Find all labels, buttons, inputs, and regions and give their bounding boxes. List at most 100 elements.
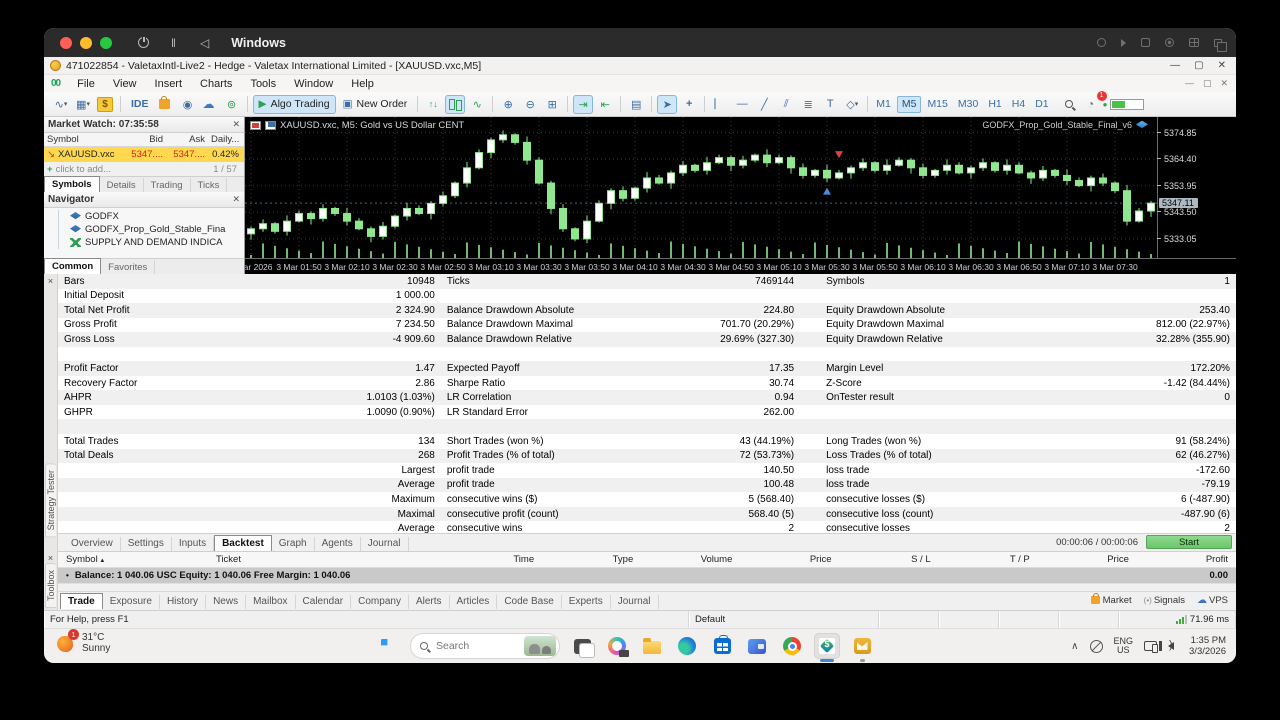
shapes-tool[interactable]: ◇ ▾: [842, 95, 862, 114]
toolbox-tab-articles[interactable]: Articles: [450, 594, 498, 609]
mw-col-symbol[interactable]: Symbol: [44, 134, 124, 145]
report-row[interactable]: Recovery Factor 2.86 Sharpe Ratio 30.74 Z-Sc…: [58, 376, 1236, 391]
market-watch-row[interactable]: ↘ XAUUSD.vxc 5347.... 5347.... 0.42%: [44, 147, 244, 162]
channel-tool[interactable]: ⫽: [776, 95, 796, 114]
mac-zoom-button[interactable]: [100, 36, 112, 49]
report-row[interactable]: GHPR 1.0090 (0.90%) LR Standard Error 262.0…: [58, 405, 1236, 420]
report-row[interactable]: Initial Deposit 1 000.00: [58, 289, 1236, 304]
toolbox-tab-news[interactable]: News: [206, 594, 247, 609]
balance-row[interactable]: • Balance: 1 040.06 USC Equity: 1 040.06…: [58, 567, 1236, 583]
chart-type-button[interactable]: ∿ ▾: [51, 95, 71, 114]
report-row[interactable]: Maximum consecutive wins ($) 5 (568.40) con…: [58, 492, 1236, 507]
child-close-icon[interactable]: ✕: [1220, 78, 1228, 89]
mw-col-daily[interactable]: Daily...: [208, 134, 242, 145]
candle-chart-button[interactable]: [445, 94, 466, 114]
tester-tab-graph[interactable]: Graph: [272, 536, 315, 551]
trade-col-type[interactable]: Type: [542, 554, 641, 565]
crosshair-tool-button[interactable]: +: [679, 95, 699, 114]
taskbar-app-mt5[interactable]: [814, 633, 840, 662]
toolbox-tab-mailbox[interactable]: Mailbox: [246, 594, 296, 609]
timeframe-m5[interactable]: M5: [896, 95, 922, 113]
signals-icon[interactable]: ◉: [178, 95, 198, 114]
report-row[interactable]: Profit Factor 1.47 Expected Payoff 17.35 Mar…: [58, 361, 1236, 376]
zoom-in-button[interactable]: ⊕: [498, 95, 518, 114]
devices-icon[interactable]: [1141, 38, 1150, 47]
navigator-item[interactable]: GODFX_Prop_Gold_Stable_Fina: [44, 223, 244, 236]
trade-col-price[interactable]: Price: [1038, 554, 1137, 565]
status-profile[interactable]: Default: [689, 611, 879, 628]
child-minimize-icon[interactable]: —: [1185, 78, 1194, 89]
report-row[interactable]: [58, 347, 1236, 362]
timeframe-h1[interactable]: H1: [984, 96, 1005, 113]
trade-col-symbol[interactable]: Symbol ▲: [58, 554, 208, 565]
time-axis[interactable]: 3 Mar 20263 Mar 01:503 Mar 02:103 Mar 02…: [245, 258, 1236, 274]
new-order-button[interactable]: ▣ New Order: [338, 95, 413, 114]
cursor-mode-icon[interactable]: [1121, 38, 1126, 47]
report-row[interactable]: AHPR 1.0103 (1.03%) LR Correlation 0.94 OnTe…: [58, 390, 1236, 405]
nav-tab-common[interactable]: Common: [44, 258, 102, 274]
tray-overflow-icon[interactable]: ∧: [1071, 641, 1078, 652]
zoom-out-button[interactable]: ⊖: [520, 95, 540, 114]
search-daily-image[interactable]: [524, 636, 556, 656]
tick-chart-button[interactable]: ↑↓: [423, 95, 443, 114]
vps-cloud-icon[interactable]: ☁: [200, 95, 220, 114]
toolbox-tab-company[interactable]: Company: [351, 594, 409, 609]
power-icon[interactable]: [138, 35, 149, 48]
tester-tab-backtest[interactable]: Backtest: [214, 534, 272, 551]
market-link[interactable]: Market: [1090, 593, 1132, 606]
mw-col-ask[interactable]: Ask: [166, 134, 208, 145]
start-button[interactable]: Start: [1146, 535, 1232, 550]
tester-tab-inputs[interactable]: Inputs: [172, 536, 215, 551]
timeframe-m1[interactable]: M1: [872, 96, 895, 113]
signals-link[interactable]: (•) Signals: [1144, 595, 1185, 606]
trade-col-tp[interactable]: T / P: [939, 554, 1038, 565]
vertical-line-tool[interactable]: ⎸: [710, 95, 730, 114]
toolbox-tab-exposure[interactable]: Exposure: [103, 594, 160, 609]
nav-tab-favorites[interactable]: Favorites: [101, 260, 156, 274]
market-watch-columns[interactable]: Symbol Bid Ask Daily...: [44, 133, 244, 147]
toolbox-tab-calendar[interactable]: Calendar: [296, 594, 352, 609]
clock[interactable]: 1:35 PM 3/3/2026: [1189, 635, 1226, 657]
weather-widget[interactable]: 1 31°C Sunny: [56, 629, 110, 654]
close-icon[interactable]: ✕: [1218, 60, 1226, 71]
taskbar-app-copilot[interactable]: [604, 633, 630, 659]
menu-file[interactable]: File: [68, 78, 104, 90]
report-row[interactable]: Average consecutive wins 2 consecutive loss…: [58, 521, 1236, 533]
minimize-icon[interactable]: —: [1170, 60, 1180, 71]
add-symbol-row[interactable]: + click to add... 1 / 57: [44, 162, 244, 176]
community-icon[interactable]: ⊚: [222, 95, 242, 114]
report-row[interactable]: Total Deals 268 Profit Trades (% of total)…: [58, 448, 1236, 464]
restore-icon[interactable]: ▢: [1194, 60, 1203, 71]
profiles-button[interactable]: ▦ ▾: [73, 95, 93, 114]
volume-icon[interactable]: [1159, 639, 1175, 651]
pause-icon[interactable]: ‖: [171, 36, 176, 50]
report-row[interactable]: Average profit trade 100.48 loss trade -79.1…: [58, 477, 1236, 493]
timeframe-h4[interactable]: H4: [1008, 96, 1029, 113]
mw-tab-symbols[interactable]: Symbols: [44, 176, 100, 192]
timeframe-d1[interactable]: D1: [1031, 96, 1052, 113]
report-row[interactable]: Gross Profit 7 234.50 Balance Drawdown Max…: [58, 318, 1236, 333]
cast-icon[interactable]: [1144, 641, 1159, 653]
menu-help[interactable]: Help: [342, 78, 383, 90]
timeframe-m30[interactable]: M30: [954, 96, 982, 113]
toolbox-tab-history[interactable]: History: [160, 594, 207, 609]
trendline-tool[interactable]: ╱: [754, 95, 774, 114]
trade-col-price[interactable]: Price: [740, 554, 839, 565]
horizontal-line-tool[interactable]: —: [732, 95, 752, 114]
navigator-item[interactable]: SUPPLY AND DEMAND INDICA: [44, 236, 244, 249]
menu-view[interactable]: View: [104, 78, 146, 90]
report-row[interactable]: Maximal consecutive profit (count) 568.40 …: [58, 506, 1236, 522]
record-icon[interactable]: [1165, 38, 1174, 47]
grid-view-icon[interactable]: [1189, 38, 1199, 47]
report-row[interactable]: Total Net Profit 2 324.90 Balance Drawdown…: [58, 303, 1236, 318]
toolbox-tab[interactable]: Toolbox: [45, 562, 56, 608]
trade-col-sl[interactable]: S / L: [840, 554, 939, 565]
mw-tab-trading[interactable]: Trading: [144, 178, 191, 192]
child-restore-icon[interactable]: ▢: [1203, 78, 1212, 89]
auto-scroll-button[interactable]: ⇥: [573, 94, 594, 114]
toolbox-tab-trade[interactable]: Trade: [60, 592, 103, 609]
taskbar-app-explorer[interactable]: [639, 633, 665, 659]
tester-tab-settings[interactable]: Settings: [121, 536, 172, 551]
mw-tab-ticks[interactable]: Ticks: [191, 178, 228, 192]
market-bag-icon[interactable]: [156, 95, 176, 114]
